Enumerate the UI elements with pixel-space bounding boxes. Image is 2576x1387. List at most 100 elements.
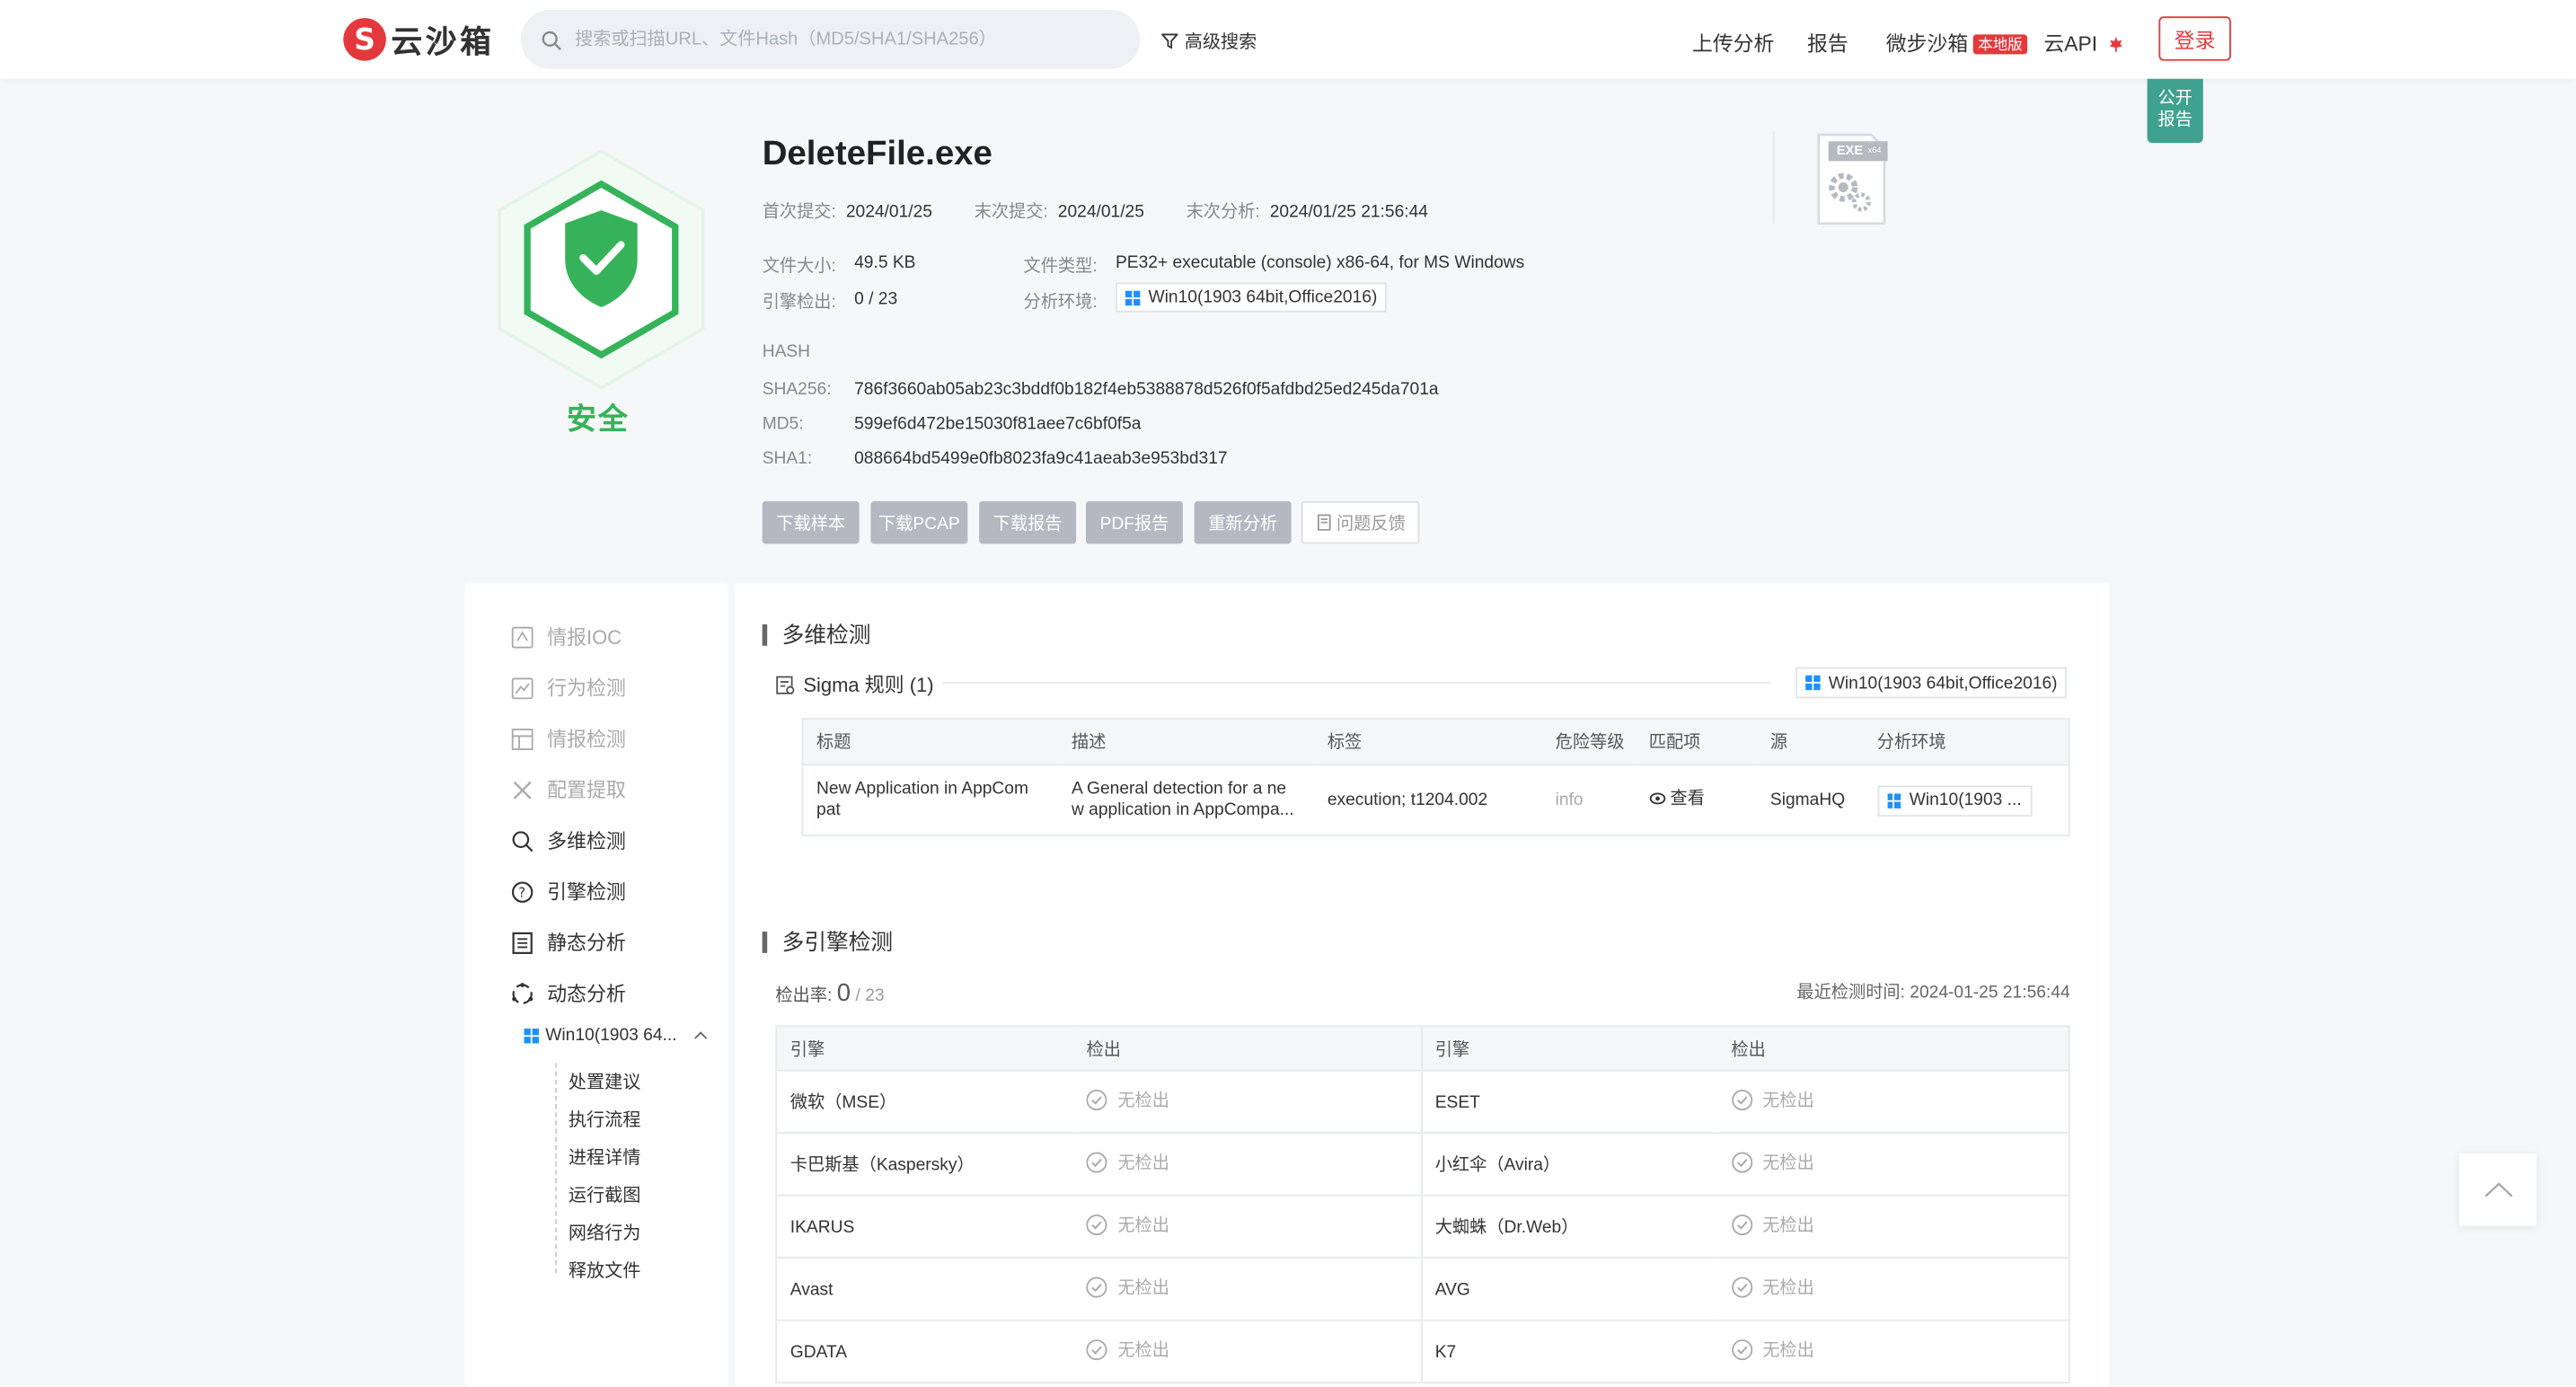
engine-name: AVG (1420, 1257, 1718, 1321)
menu-item-intel-ioc[interactable]: 情报IOC (511, 623, 622, 650)
no-detection: 无检出 (1731, 1088, 1814, 1112)
check-circle-icon (1086, 1215, 1108, 1236)
feedback-label: 问题反馈 (1336, 513, 1406, 534)
menu-item-label: 配置提取 (547, 778, 626, 802)
sha1-label: SHA1: (762, 448, 813, 469)
sigma-env-label: Win10(1903 64bit,Office2016) (1828, 673, 2058, 693)
exe-badge: EXE (1836, 143, 1864, 158)
first-submit-value: 2024/01/25 (845, 201, 932, 222)
public-report-line1: 公开 (2157, 88, 2192, 109)
sub-item-recommendation[interactable]: 处置建议 (569, 1068, 640, 1094)
sub-item-exec-flow[interactable]: 执行流程 (569, 1106, 640, 1132)
menu-item-label: 动态分析 (547, 982, 626, 1006)
last-analysis: 末次分析: 2024/01/25 21:56:44 (1187, 199, 1428, 223)
engine-result: 无检出 (1717, 1069, 2069, 1134)
result-label: 无检出 (1117, 1091, 1169, 1111)
first-submit: 首次提交: 2024/01/25 (763, 199, 932, 223)
col-result-2: 检出 (1717, 1026, 2069, 1071)
menu-item-label: 情报IOC (547, 625, 622, 649)
rule-title: New Application in AppCom pat (802, 764, 1059, 836)
nav-upload[interactable]: 上传分析 (1692, 26, 1774, 57)
menu-item-intel-detect[interactable]: 情报检测 (511, 725, 626, 753)
engine-name: GDATA (776, 1319, 1073, 1383)
dynamic-analysis-icon (512, 982, 534, 1003)
engine-detect-title: 多引擎检测 (762, 932, 893, 953)
env-chip[interactable]: Win10(1903 64bit,Office2016) (1115, 282, 1388, 313)
last-submit: 末次提交: 2024/01/25 (975, 199, 1144, 223)
check-circle-icon (1086, 1090, 1108, 1111)
engine-result: 无检出 (1717, 1194, 2069, 1259)
intel-detect-icon (511, 728, 534, 750)
logo[interactable]: S 云沙箱 (343, 16, 494, 62)
col-engine-2: 引擎 (1420, 1026, 1718, 1071)
sigma-label: Sigma 规则 (1) (803, 673, 934, 697)
result-label: 无检出 (1762, 1278, 1814, 1298)
col-result-1: 检出 (1072, 1026, 1422, 1071)
menu-item-label: 多维检测 (547, 829, 626, 853)
public-report-line2: 报告 (2157, 110, 2192, 130)
menu-item-engine-detect[interactable]: ? 引擎检测 (511, 878, 626, 906)
table-row: GDATA 无检出 K7 无检出 (776, 1319, 2069, 1383)
advanced-search-button[interactable]: 高级搜索 (1161, 28, 1257, 54)
top-bar: S 云沙箱 高级搜索 上传分析 报告 微步沙箱本地版 云API 登录 (0, 0, 2576, 79)
download-pcap-button[interactable]: 下载PCAP (870, 500, 968, 544)
rule-env: Win10(1903 ... (1864, 764, 2069, 836)
result-label: 无检出 (1762, 1091, 1814, 1111)
no-detection: 无检出 (1731, 1275, 1814, 1299)
feedback-icon (1317, 514, 1330, 531)
menu-item-behavior[interactable]: 行为检测 (511, 674, 626, 702)
search-input[interactable] (575, 29, 1101, 49)
rule-env-chip[interactable]: Win10(1903 ... (1876, 784, 2032, 817)
menu-item-config-extract[interactable]: 配置提取 (511, 775, 626, 803)
rule-title-line1: New Application in AppCom (816, 778, 1029, 799)
nav-report[interactable]: 报告 (1807, 26, 1848, 57)
search-box[interactable] (520, 9, 1141, 69)
table-row: Avast 无检出 AVG 无检出 (776, 1257, 2069, 1321)
engine-result: 无检出 (1072, 1132, 1422, 1196)
download-report-button[interactable]: 下载报告 (979, 500, 1077, 544)
sub-item-screenshots[interactable]: 运行截图 (569, 1181, 640, 1207)
sub-item-dropped-files[interactable]: 释放文件 (569, 1257, 640, 1283)
menu-item-multi-detect[interactable]: 多维检测 (511, 826, 626, 854)
public-report-button[interactable]: 公开 报告 (2147, 78, 2203, 144)
intel-ioc-icon (511, 625, 534, 648)
menu-item-static-analysis[interactable]: 静态分析 (511, 928, 626, 956)
view-match-link[interactable]: 查看 (1649, 789, 1705, 810)
menu-item-dynamic-analysis[interactable]: 动态分析 (511, 979, 626, 1007)
last-submit-label: 末次提交: (974, 201, 1048, 222)
nav-micro-sandbox-label: 微步沙箱 (1885, 32, 1969, 57)
login-button[interactable]: 登录 (2158, 16, 2231, 61)
engine-result: 无检出 (1717, 1132, 2069, 1196)
check-circle-icon (1731, 1215, 1752, 1236)
nav-micro-sandbox[interactable]: 微步沙箱 本地版 (1885, 26, 2028, 57)
left-menu: 情报IOC 行为检测 情报检测 配置提取 多维检测 ? 引擎检测 静态分析 动态 (464, 583, 728, 1387)
dynamic-env-toggle[interactable]: Win10(1903 64... (524, 1025, 708, 1045)
feedback-button[interactable]: 问题反馈 (1301, 500, 1420, 544)
logo-text: 云沙箱 (391, 25, 495, 60)
nav-cloud-api[interactable]: 云API (2043, 26, 2124, 57)
last-time-value: 2024-01-25 21:56:44 (1910, 982, 2070, 1003)
pdf-report-button[interactable]: PDF报告 (1086, 500, 1183, 544)
sub-item-network[interactable]: 网络行为 (569, 1219, 640, 1245)
rule-desc: A General detection for a ne w applicatio… (1058, 764, 1315, 836)
file-size-label: 文件大小: (762, 256, 836, 277)
check-circle-icon (1731, 1152, 1752, 1173)
sigma-env-chip[interactable]: Win10(1903 64bit,Office2016) (1795, 667, 2068, 699)
env-label: 分析环境: (1023, 292, 1098, 313)
col-engine-1: 引擎 (776, 1026, 1073, 1071)
result-label: 无检出 (1762, 1215, 1814, 1236)
reanalyze-button[interactable]: 重新分析 (1194, 500, 1292, 544)
check-circle-icon (1086, 1339, 1108, 1361)
rule-title-line2: pat (816, 800, 841, 820)
download-sample-button[interactable]: 下载样本 (762, 500, 860, 544)
sub-item-process-detail[interactable]: 进程详情 (569, 1144, 640, 1170)
table-row: IKARUS 无检出 大蜘蛛（Dr.Web） 无检出 (776, 1194, 2069, 1259)
back-to-top-button[interactable] (2459, 1153, 2537, 1226)
rate-label: 检出率: (775, 985, 833, 1006)
result-label: 无检出 (1117, 1278, 1169, 1298)
sigma-header[interactable]: Sigma 规则 (1) (775, 670, 934, 698)
summary-divider (1772, 131, 1775, 224)
behavior-icon (511, 676, 534, 699)
md5-value: 599ef6d472be15030f81aee7c6bf0f5a (854, 413, 1142, 434)
engine-result: 无检出 (1072, 1319, 1422, 1383)
